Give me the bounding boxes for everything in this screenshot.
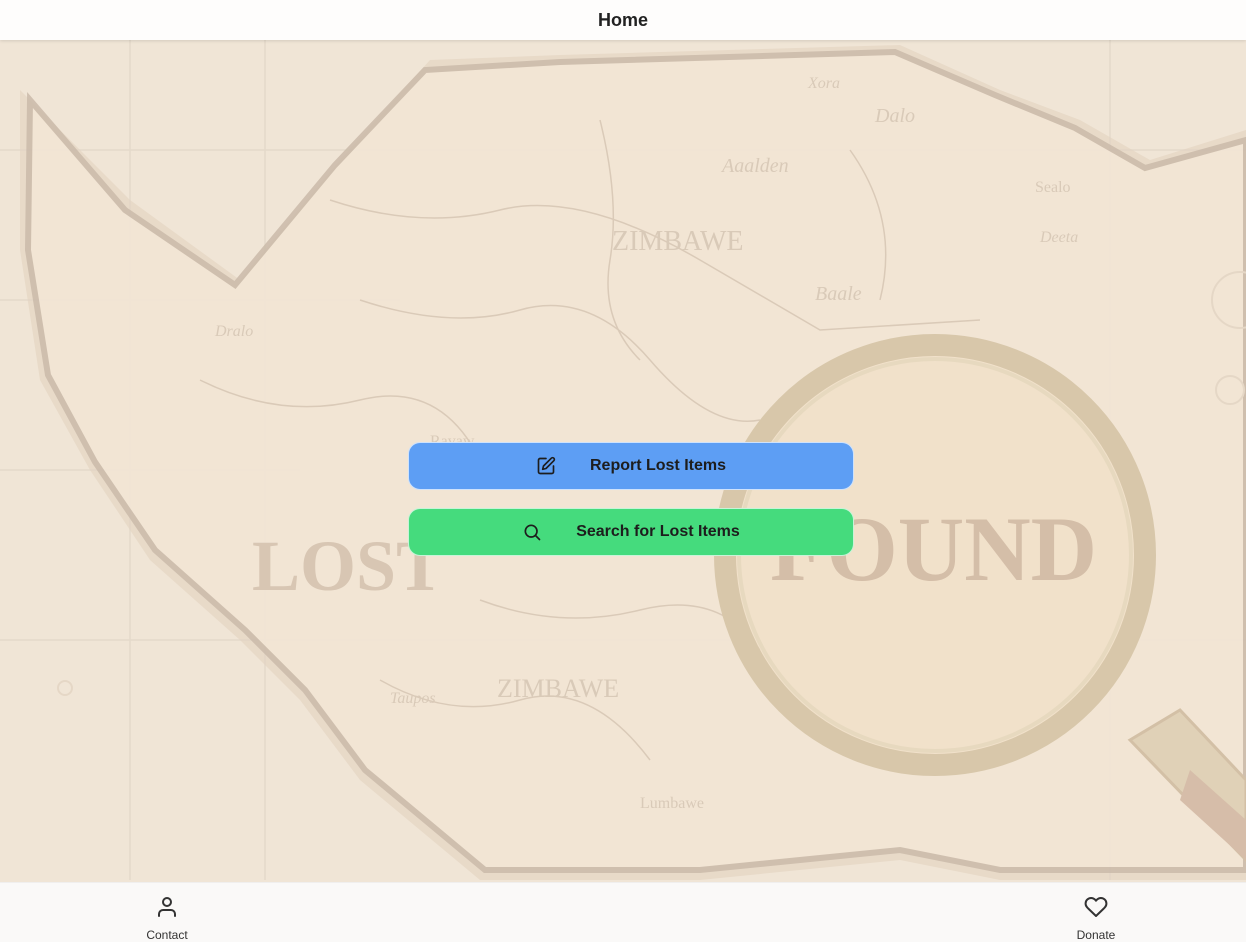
heart-icon xyxy=(1084,895,1108,924)
edit-icon xyxy=(536,456,556,476)
action-buttons: Report Lost Items Search for Lost Items xyxy=(408,442,854,556)
page-title: Home xyxy=(597,9,648,30)
report-lost-items-label: Report Lost Items xyxy=(589,457,726,474)
nav-contact-label: Contact xyxy=(146,928,188,942)
nav-contact[interactable]: Contact xyxy=(127,895,207,942)
nav-donate-label: Donate xyxy=(1076,928,1116,942)
user-icon xyxy=(155,895,179,924)
search-icon xyxy=(522,522,542,542)
report-lost-items-button[interactable]: Report Lost Items xyxy=(408,442,854,490)
search-lost-items-label: Search for Lost Items xyxy=(576,523,740,540)
bottom-nav: Contact Donate xyxy=(0,882,1246,942)
search-lost-items-button[interactable]: Search for Lost Items xyxy=(408,508,854,556)
nav-donate[interactable]: Donate xyxy=(1056,895,1136,942)
app-header: Home xyxy=(0,0,1246,40)
